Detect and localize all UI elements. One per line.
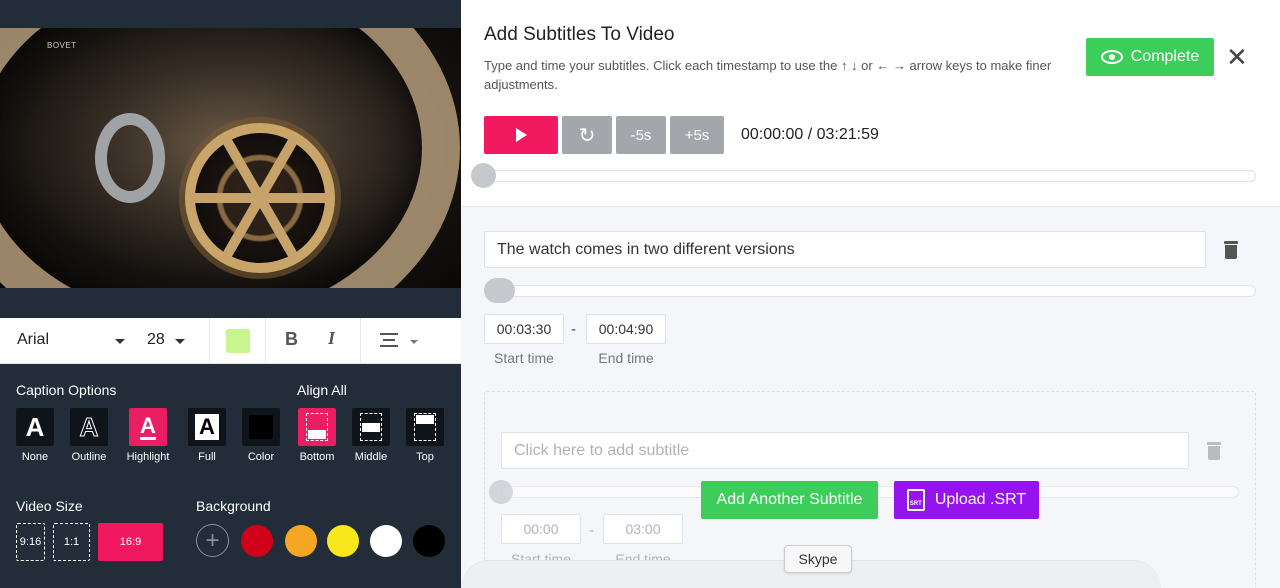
text-full-icon: A: [195, 414, 219, 440]
caption-option-highlight[interactable]: A: [129, 408, 167, 446]
caption-options-heading: Caption Options: [16, 382, 117, 398]
caption-option-outline[interactable]: A: [70, 408, 108, 446]
editor-left-panel: BOVET Arial 28 B I Caption Options Align…: [0, 0, 461, 588]
background-color-black[interactable]: [413, 525, 445, 557]
align-middle-icon: [360, 413, 382, 441]
rewind-5s-button[interactable]: -5s: [616, 116, 666, 154]
plus-icon[interactable]: +: [196, 524, 229, 557]
text-a-icon: A: [25, 412, 45, 442]
complete-button-label: Complete: [1130, 48, 1200, 65]
playback-timeline-thumb[interactable]: [471, 163, 496, 188]
caption-option-label: Highlight: [126, 451, 170, 463]
align-middle-button[interactable]: [352, 408, 390, 446]
time-separator: -: [571, 321, 576, 338]
video-size-1-1-button[interactable]: 1:1: [53, 523, 90, 561]
upload-srt-label: Upload .SRT: [934, 491, 1027, 508]
font-family-select[interactable]: Arial: [17, 331, 49, 349]
align-all-heading: Align All: [297, 382, 347, 398]
align-option-label: Top: [416, 451, 434, 463]
background-color-orange[interactable]: [285, 525, 317, 557]
align-bottom-button[interactable]: [298, 408, 336, 446]
toolbar-divider: [360, 318, 361, 364]
trash-icon[interactable]: [1224, 241, 1238, 259]
background-color-white[interactable]: [370, 525, 402, 557]
new-subtitle-range-handle[interactable]: [489, 480, 513, 504]
video-brand-text: BOVET: [47, 41, 77, 50]
subtitle-editor-panel: Add Subtitles To Video Type and time you…: [461, 0, 1280, 588]
caption-option-none[interactable]: A: [16, 408, 54, 446]
subtitle-end-time-input[interactable]: 00:04:90: [586, 314, 666, 344]
page-title: Add Subtitles To Video: [484, 24, 675, 45]
watch-crown-shape: [95, 113, 165, 203]
caption-option-full[interactable]: A: [188, 408, 226, 446]
srt-file-icon: SRT: [906, 489, 925, 511]
color-square-icon: [249, 415, 273, 439]
align-center-icon[interactable]: [380, 333, 398, 349]
app-tooltip: Skype: [784, 545, 852, 573]
playback-timeline[interactable]: [483, 170, 1256, 182]
video-size-heading: Video Size: [16, 498, 83, 514]
caption-option-color[interactable]: [242, 408, 280, 446]
caption-option-label: Outline: [71, 451, 107, 463]
page-instructions: Type and time your subtitles. Click each…: [484, 58, 1052, 92]
video-size-9-16-button[interactable]: 9:16: [16, 523, 45, 561]
subtitle-start-time-input[interactable]: 00:03:30: [484, 314, 564, 344]
chevron-down-icon[interactable]: [410, 340, 418, 344]
eye-icon: [1100, 50, 1123, 64]
chevron-down-icon[interactable]: [175, 339, 185, 344]
new-subtitle-start-time-input[interactable]: 00:00: [501, 514, 581, 544]
text-style-toolbar: Arial 28 B I: [0, 318, 461, 364]
video-bottom-bar: [0, 288, 461, 318]
bold-icon[interactable]: B: [285, 329, 298, 350]
play-button[interactable]: [484, 116, 558, 154]
replay-icon: ↻: [578, 124, 596, 147]
new-subtitle-input[interactable]: Click here to add subtitle: [501, 432, 1189, 469]
complete-button[interactable]: Complete: [1086, 38, 1214, 76]
playback-time: 00:00:00 / 03:21:59: [741, 126, 879, 143]
text-color-swatch[interactable]: [226, 329, 250, 353]
editor-header: Add Subtitles To Video Type and time you…: [461, 0, 1280, 207]
gear-spoke-shape: [190, 193, 330, 203]
text-outline-icon: A: [79, 412, 99, 442]
italic-icon[interactable]: I: [328, 328, 335, 349]
add-another-subtitle-button[interactable]: Add Another Subtitle: [701, 481, 878, 519]
background-color-red[interactable]: [241, 525, 273, 557]
replay-button[interactable]: ↻: [562, 116, 612, 154]
play-icon: [515, 128, 527, 142]
caption-option-label: Color: [247, 451, 275, 463]
time-separator: -: [589, 522, 594, 539]
background-color-yellow[interactable]: [327, 525, 359, 557]
video-size-16-9-button[interactable]: 16:9: [98, 523, 163, 561]
trash-icon[interactable]: [1207, 442, 1221, 460]
close-icon[interactable]: ✕: [1226, 44, 1248, 70]
video-preview[interactable]: BOVET: [0, 28, 461, 288]
subtitle-range-handle[interactable]: [484, 278, 515, 303]
new-subtitle-end-time-input[interactable]: 03:00: [603, 514, 683, 544]
background-heading: Background: [196, 498, 271, 514]
align-top-icon: [414, 413, 436, 441]
video-top-bar: [0, 0, 461, 28]
align-top-button[interactable]: [406, 408, 444, 446]
toolbar-divider: [265, 318, 266, 364]
font-size-select[interactable]: 28: [147, 331, 165, 349]
end-time-label: End time: [598, 350, 654, 366]
forward-5s-button[interactable]: +5s: [670, 116, 724, 154]
toolbar-divider: [209, 318, 210, 364]
upload-srt-button[interactable]: SRT Upload .SRT: [894, 481, 1039, 519]
subtitle-text-input[interactable]: The watch comes in two different version…: [484, 231, 1206, 268]
chevron-down-icon[interactable]: [115, 339, 125, 344]
text-highlight-icon: A: [140, 412, 156, 440]
subtitle-range-track[interactable]: [484, 285, 1256, 297]
app-root: BOVET Arial 28 B I Caption Options Align…: [0, 0, 1280, 588]
start-time-label: Start time: [494, 350, 554, 366]
align-bottom-icon: [306, 413, 328, 441]
